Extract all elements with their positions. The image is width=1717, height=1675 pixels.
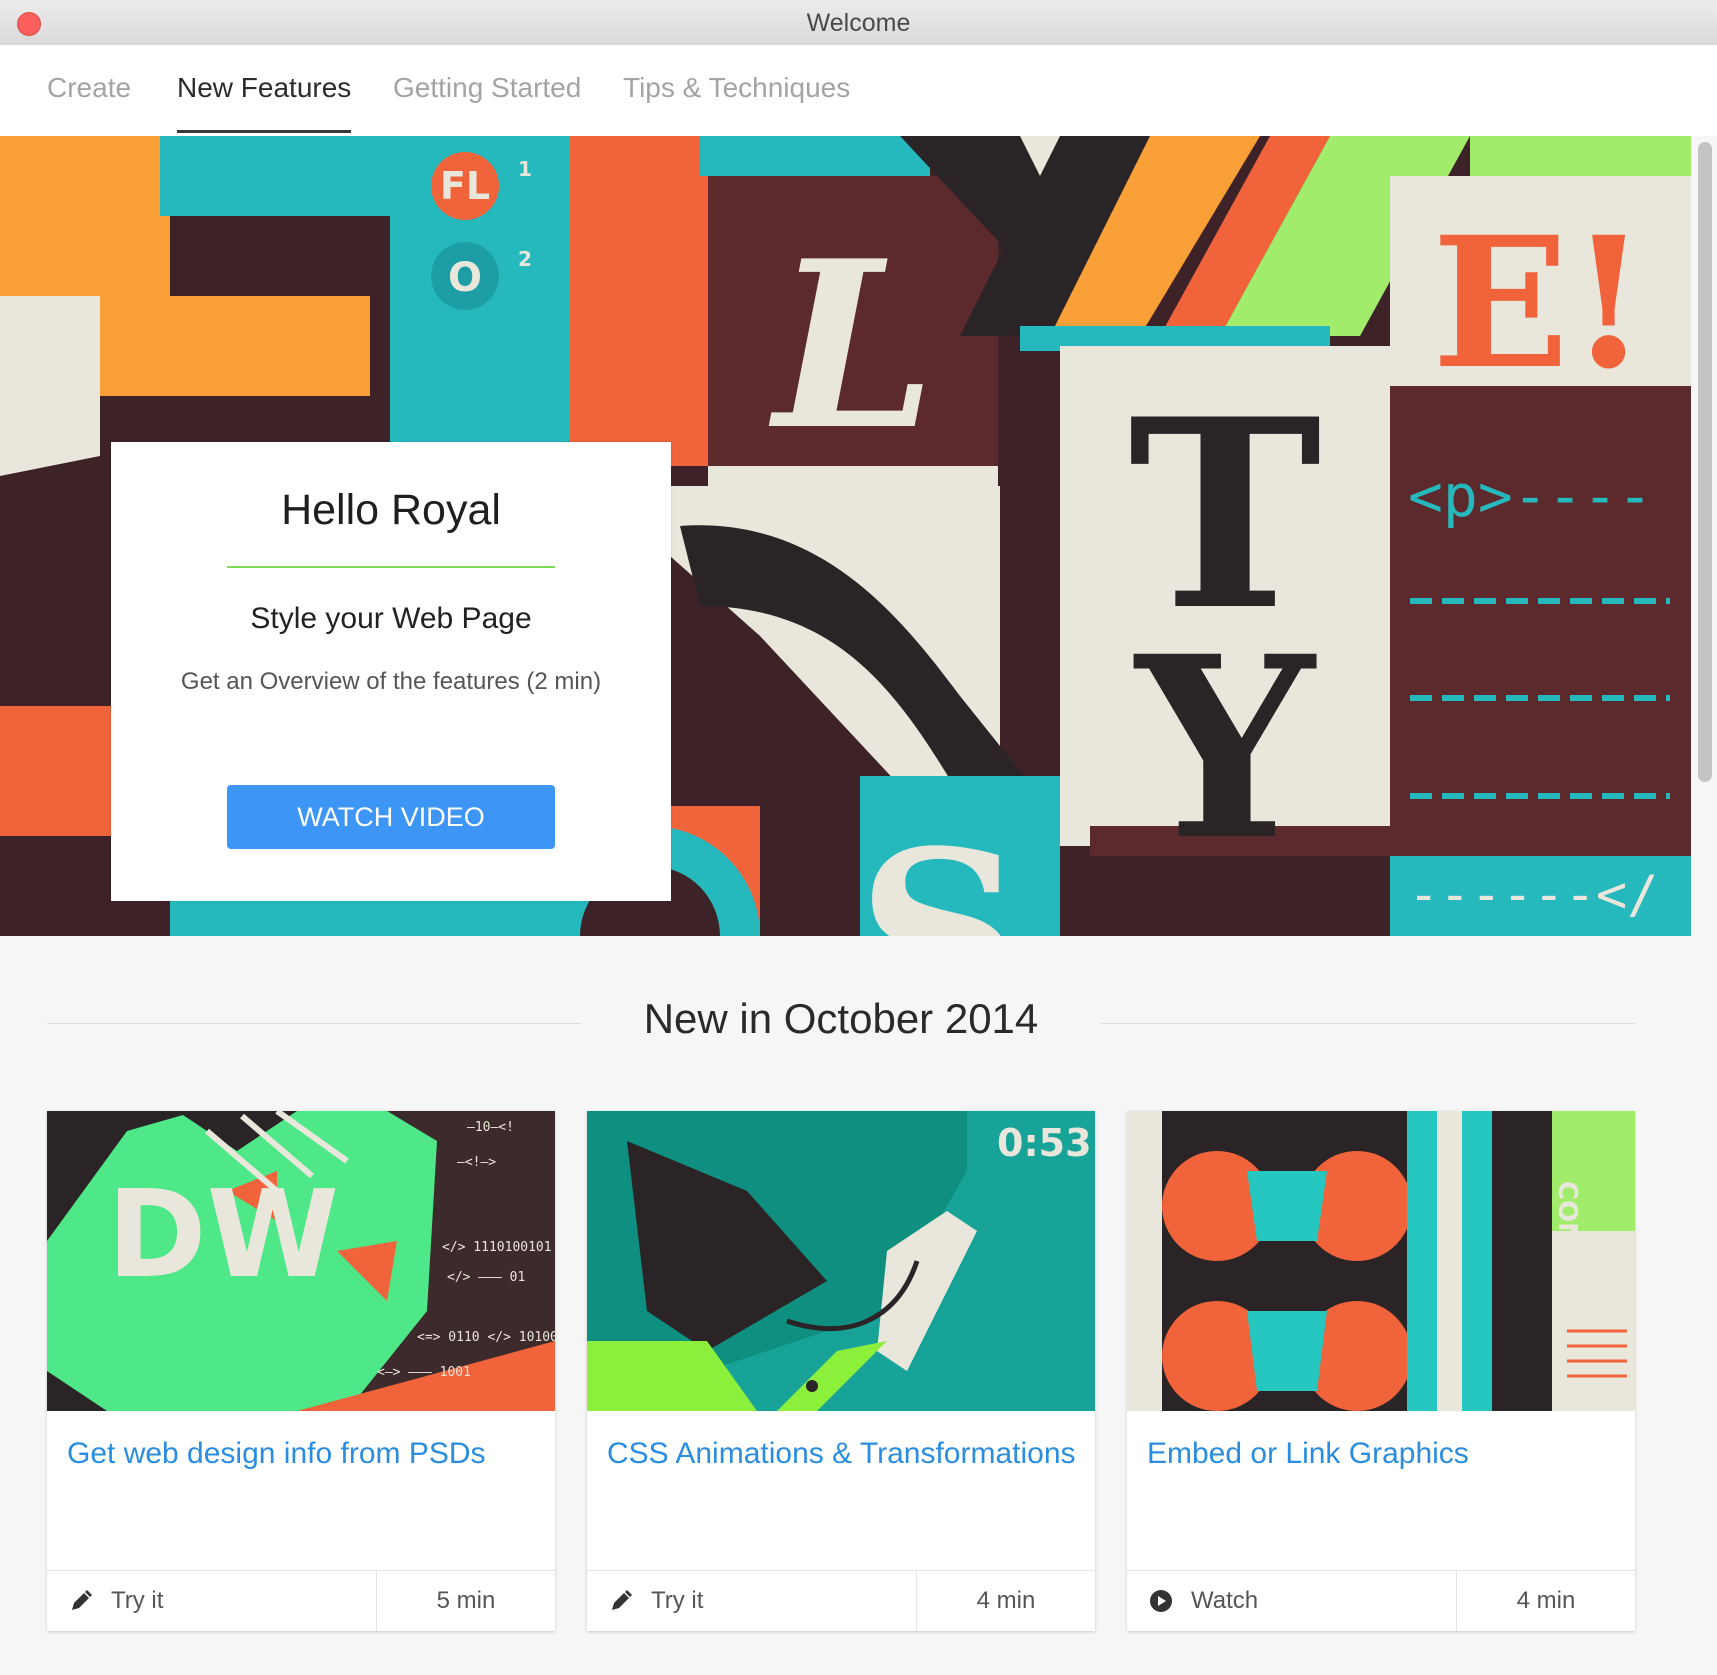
title-bar: Welcome xyxy=(0,0,1717,46)
card-title[interactable]: Get web design info from PSDs xyxy=(67,1437,545,1471)
card-action-label: Try it xyxy=(651,1587,704,1614)
art-o-sup: 2 xyxy=(518,247,532,271)
pencil-icon xyxy=(72,1590,92,1610)
try-it-button[interactable]: Try it xyxy=(47,1571,377,1631)
try-it-button[interactable]: Try it xyxy=(587,1571,917,1631)
art-y: Y xyxy=(1133,601,1317,895)
svg-text:</> 1110100101: </> 1110100101 xyxy=(442,1240,552,1255)
watch-button[interactable]: Watch xyxy=(1127,1571,1457,1631)
card-duration: 4 min xyxy=(1516,1587,1576,1614)
art-s: S xyxy=(857,801,1023,936)
feature-card-css[interactable]: 0:53 CSS Animations & Transformations Tr… xyxy=(587,1111,1095,1631)
tab-getting-started[interactable]: Getting Started xyxy=(393,72,581,130)
card-action-label: Watch xyxy=(1191,1587,1259,1614)
card-thumbnail: 0:53 xyxy=(587,1111,1095,1411)
card-action-label: Try it xyxy=(111,1587,164,1614)
svg-text:—<!—>: —<!—> xyxy=(457,1155,496,1170)
hero-subtitle: Style your Web Page xyxy=(250,602,532,635)
window-title: Welcome xyxy=(806,9,911,37)
hero-banner: FL 1 O 2 W 3 ! L T Y S E! <p>---- ------… xyxy=(0,136,1691,936)
art-fl-sup: 1 xyxy=(518,157,532,181)
art-fl: FL xyxy=(440,164,490,208)
svg-text:—10—<!: —10—<! xyxy=(467,1120,514,1135)
section-title: New in October 2014 xyxy=(643,995,1039,1042)
card-duration: 5 min xyxy=(436,1587,496,1614)
art-o: O xyxy=(448,255,482,301)
section-rule-right xyxy=(1101,1023,1635,1024)
svg-text:</> ——— 01: </> ——— 01 xyxy=(447,1270,525,1285)
tab-new-features[interactable]: New Features xyxy=(177,72,352,133)
card-duration: 4 min xyxy=(976,1587,1036,1614)
card-thumbnail: —10—<! —<!—> </> 1110100101 </> ——— 01 <… xyxy=(47,1111,555,1411)
card-title[interactable]: Embed or Link Graphics xyxy=(1147,1437,1625,1471)
svg-text:<—> ——— 1001: <—> ——— 1001 xyxy=(377,1365,471,1380)
hero-card: Hello Royal Style your Web Page Get an O… xyxy=(111,442,671,901)
tab-tips-techniques[interactable]: Tips & Techniques xyxy=(623,72,850,130)
card-title[interactable]: CSS Animations & Transformations xyxy=(607,1437,1085,1471)
welcome-window: Welcome Create New Features Getting Star… xyxy=(0,0,1717,1675)
feature-card-psd[interactable]: —10—<! —<!—> </> 1110100101 </> ——— 01 <… xyxy=(47,1111,555,1631)
play-icon xyxy=(1150,1590,1172,1612)
watch-video-button[interactable]: WATCH VIDEO xyxy=(227,785,555,849)
pencil-icon xyxy=(612,1590,632,1610)
card-footer: Watch 4 min xyxy=(1127,1570,1635,1631)
svg-text:<=> 0110 </> 10100: <=> 0110 </> 10100 xyxy=(417,1330,555,1345)
hero-title: Hello Royal xyxy=(281,486,501,534)
feature-card-graphics[interactable]: COMP Embed or Link Graphics Watch 4 min xyxy=(1127,1111,1635,1631)
card-footer: Try it 5 min xyxy=(47,1570,555,1631)
card-footer: Try it 4 min xyxy=(587,1570,1095,1631)
tab-bar: Create New Features Getting Started Tips… xyxy=(0,45,1717,137)
section-header: New in October 2014 xyxy=(47,995,1635,1055)
tab-create[interactable]: Create xyxy=(47,72,131,130)
art-e: E! xyxy=(1432,198,1648,409)
art-p-tag: <p>---- xyxy=(1408,462,1652,530)
card-art-text: COMP xyxy=(1552,1181,1582,1267)
hero-divider xyxy=(227,566,555,568)
card-art-text: DW xyxy=(107,1166,339,1305)
card-thumbnail: COMP xyxy=(1127,1111,1635,1411)
hero-description: Get an Overview of the features (2 min) xyxy=(180,668,602,695)
art-close-tag: ------</ xyxy=(1408,865,1658,925)
card-art-text: 0:53 xyxy=(997,1121,1092,1165)
scrollbar-thumb[interactable] xyxy=(1698,142,1712,782)
art-l: L xyxy=(768,211,936,481)
